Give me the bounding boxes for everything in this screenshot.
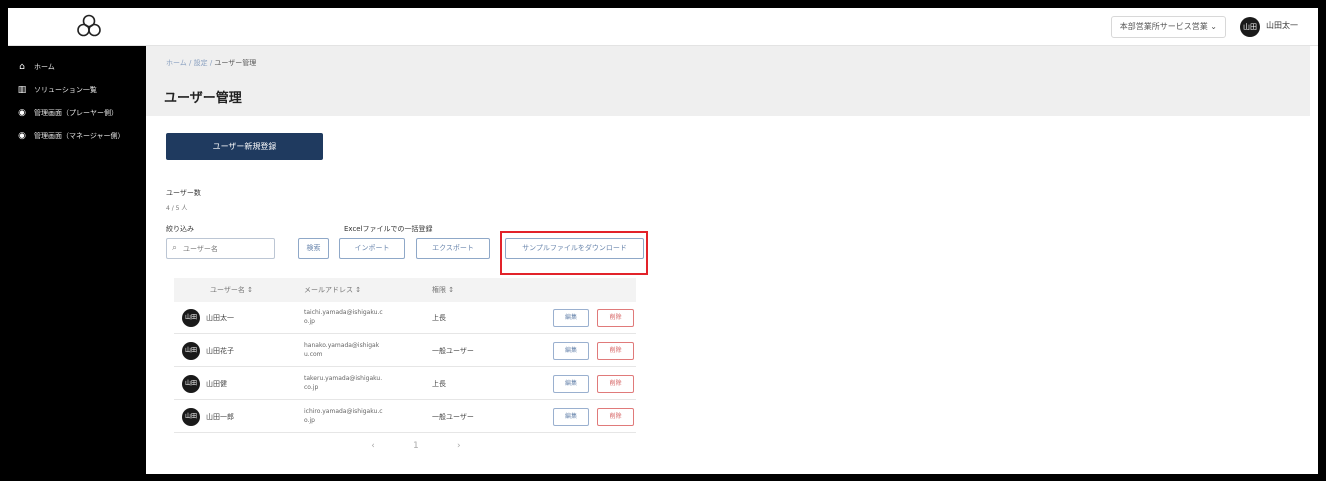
next-page-button[interactable]: ›: [451, 441, 467, 451]
export-button[interactable]: エクスポート: [416, 238, 490, 259]
app-window: 本部営業所サービス営業 ⌄ 山田 山田太一 ⌂ ホーム ▥ ソリューション一覧 …: [8, 8, 1318, 474]
search-field[interactable]: ⌕: [166, 238, 275, 259]
pagination: ‹ 1 ›: [365, 441, 491, 451]
main-content: ホーム / 設定 / ユーザー管理 ユーザー管理 ユーザー新規登録 ユーザー数 …: [146, 46, 1310, 474]
column-header-role[interactable]: 権限 ↕: [432, 285, 454, 295]
home-icon: ⌂: [19, 62, 25, 72]
sidebar-item-admin-player[interactable]: ◉ 管理画面（プレーヤー側）: [8, 103, 146, 123]
column-header-username[interactable]: ユーザー名 ↕: [210, 285, 253, 295]
page-number[interactable]: 1: [408, 441, 424, 451]
edit-button[interactable]: 編集: [553, 375, 589, 393]
user-count-value: 4 / 5 人: [166, 205, 188, 212]
settings-circle-icon: ◉: [18, 108, 26, 118]
sidebar-item-label: ホーム: [34, 63, 55, 71]
avatar[interactable]: 山田: [1240, 17, 1260, 37]
filter-label: 絞り込み: [166, 225, 194, 233]
chart-icon: ▥: [17, 85, 27, 95]
delete-button[interactable]: 削除: [597, 408, 634, 426]
avatar: 山田: [182, 408, 200, 426]
breadcrumb: ホーム / 設定 / ユーザー管理: [166, 58, 256, 68]
page-header: ホーム / 設定 / ユーザー管理 ユーザー管理: [146, 46, 1310, 116]
settings-circle-icon: ◉: [18, 131, 26, 141]
user-email: takeru.yamada@ishigaku.co.jp: [304, 375, 383, 391]
user-role: 上長: [432, 380, 446, 388]
import-button[interactable]: インポート: [339, 238, 405, 259]
user-role: 一般ユーザー: [432, 347, 474, 355]
sidebar-item-label: 管理画面（プレーヤー側）: [34, 109, 118, 117]
table-header: ユーザー名 ↕ メールアドレス ↕ 権限 ↕: [174, 278, 636, 302]
sidebar-item-label: ソリューション一覧: [34, 86, 97, 94]
sidebar-item-admin-manager[interactable]: ◉ 管理画面（マネージャー側）: [8, 126, 146, 146]
tenant-select[interactable]: 本部営業所サービス営業 ⌄: [1110, 16, 1226, 38]
sidebar-item-solutions[interactable]: ▥ ソリューション一覧: [8, 80, 146, 100]
brand-logo-icon[interactable]: [74, 12, 104, 42]
user-role: 一般ユーザー: [432, 413, 474, 421]
column-header-email[interactable]: メールアドレス ↕: [304, 285, 361, 295]
user-name: 山田一郎: [206, 413, 234, 421]
delete-button[interactable]: 削除: [597, 309, 634, 327]
table-row: 山田 山田一郎 ichiro.yamada@ishigaku.co.jp 一般ユ…: [174, 401, 636, 433]
user-name: 山田健: [206, 380, 227, 388]
sidebar-item-label: 管理画面（マネージャー側）: [34, 132, 125, 140]
table-row: 山田 山田花子 hanako.yamada@ishigaku.com 一般ユーザ…: [174, 335, 636, 367]
user-email: ichiro.yamada@ishigaku.co.jp: [304, 408, 383, 424]
user-email: taichi.yamada@ishigaku.co.jp: [304, 309, 383, 325]
edit-button[interactable]: 編集: [553, 408, 589, 426]
user-count-label: ユーザー数: [166, 189, 201, 197]
page-title: ユーザー管理: [164, 91, 242, 106]
breadcrumb-current: ユーザー管理: [214, 59, 257, 67]
prev-page-button[interactable]: ‹: [365, 441, 381, 451]
user-role: 上長: [432, 314, 446, 322]
delete-button[interactable]: 削除: [597, 342, 634, 360]
users-table: ユーザー名 ↕ メールアドレス ↕ 権限 ↕ 山田 山田太一 taichi.ya…: [174, 278, 636, 468]
avatar: 山田: [182, 375, 200, 393]
user-name: 山田花子: [206, 347, 234, 355]
user-name[interactable]: 山田太一: [1266, 20, 1298, 31]
user-name: 山田太一: [206, 314, 234, 322]
table-row: 山田 山田健 takeru.yamada@ishigaku.co.jp 上長 編…: [174, 368, 636, 400]
user-email: hanako.yamada@ishigaku.com: [304, 342, 380, 358]
sidebar-item-home[interactable]: ⌂ ホーム: [8, 57, 146, 77]
breadcrumb-parent[interactable]: ホーム / 設定 /: [166, 59, 212, 67]
avatar: 山田: [182, 309, 200, 327]
edit-button[interactable]: 編集: [553, 309, 589, 327]
search-input[interactable]: [183, 241, 273, 256]
search-button[interactable]: 検索: [298, 238, 329, 259]
top-header: 本部営業所サービス営業 ⌄ 山田 山田太一: [8, 8, 1318, 46]
sidebar: ⌂ ホーム ▥ ソリューション一覧 ◉ 管理画面（プレーヤー側） ◉ 管理画面（…: [8, 46, 146, 474]
excel-bulk-label: Excelファイルでの一括登録: [344, 225, 433, 233]
search-icon: ⌕: [172, 243, 178, 253]
highlight-box: [500, 231, 648, 275]
avatar: 山田: [182, 342, 200, 360]
table-row: 山田 山田太一 taichi.yamada@ishigaku.co.jp 上長 …: [174, 302, 636, 334]
new-user-button[interactable]: ユーザー新規登録: [166, 133, 323, 160]
delete-button[interactable]: 削除: [597, 375, 634, 393]
edit-button[interactable]: 編集: [553, 342, 589, 360]
